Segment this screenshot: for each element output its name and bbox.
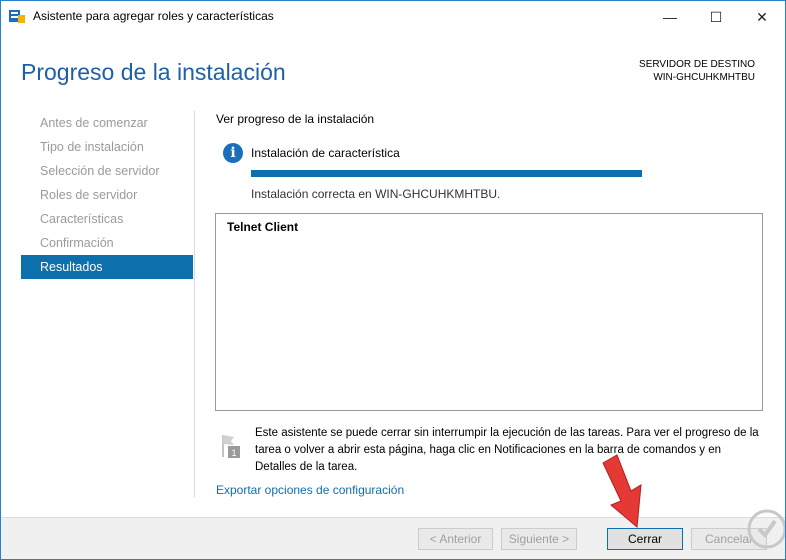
minimize-button[interactable]: — xyxy=(647,1,693,33)
nav-item-caracteristicas[interactable]: Características xyxy=(21,207,193,231)
server-manager-icon xyxy=(9,10,25,23)
destination-server: SERVIDOR DE DESTINO WIN-GHCUHKMHTBU xyxy=(639,58,755,84)
previous-button[interactable]: < Anterior xyxy=(418,528,493,550)
title-bar[interactable]: Asistente para agregar roles y caracterí… xyxy=(1,1,785,33)
window-title: Asistente para agregar roles y caracterí… xyxy=(33,9,274,23)
destination-server-label: SERVIDOR DE DESTINO xyxy=(639,59,755,70)
result-item-telnet-client: Telnet Client xyxy=(227,220,299,234)
nav-item-tipo-de-instalacion[interactable]: Tipo de instalación xyxy=(21,135,193,159)
nav-item-antes-de-comenzar[interactable]: Antes de comenzar xyxy=(21,111,193,135)
export-config-link[interactable]: Exportar opciones de configuración xyxy=(216,483,404,497)
destination-server-name: WIN-GHCUHKMHTBU xyxy=(653,72,755,83)
wizard-nav: Antes de comenzar Tipo de instalación Se… xyxy=(21,111,193,279)
section-title: Ver progreso de la instalación xyxy=(216,112,375,126)
watermark-logo-icon xyxy=(747,509,785,549)
wizard-footer: < Anterior Siguiente > Cerrar Cancelar xyxy=(1,517,785,559)
notification-flag-icon: 1 xyxy=(222,435,240,458)
red-arrow-icon xyxy=(602,454,642,528)
results-list[interactable]: Telnet Client xyxy=(215,213,763,411)
next-button[interactable]: Siguiente > xyxy=(501,528,577,550)
nav-item-roles-de-servidor[interactable]: Roles de servidor xyxy=(21,183,193,207)
nav-item-resultados[interactable]: Resultados xyxy=(21,255,193,279)
page-title: Progreso de la instalación xyxy=(21,59,286,85)
close-button[interactable]: Cerrar xyxy=(607,528,683,550)
close-window-button[interactable]: ✕ xyxy=(739,1,785,33)
nav-item-seleccion-de-servidor[interactable]: Selección de servidor xyxy=(21,159,193,183)
install-success-text: Instalación correcta en WIN-GHCUHKMHTBU. xyxy=(251,187,501,201)
nav-divider xyxy=(194,111,195,497)
install-progress-bar xyxy=(251,170,642,177)
maximize-button[interactable]: ☐ xyxy=(693,1,739,33)
nav-item-confirmacion[interactable]: Confirmación xyxy=(21,231,193,255)
background-note: Este asistente se puede cerrar sin inter… xyxy=(255,427,759,473)
install-label: Instalación de característica xyxy=(251,146,400,160)
flag-badge-number: 1 xyxy=(231,448,236,458)
info-icon: i xyxy=(223,143,243,163)
wizard-window: Asistente para agregar roles y caracterí… xyxy=(0,0,786,560)
install-progress-fill xyxy=(251,170,642,177)
